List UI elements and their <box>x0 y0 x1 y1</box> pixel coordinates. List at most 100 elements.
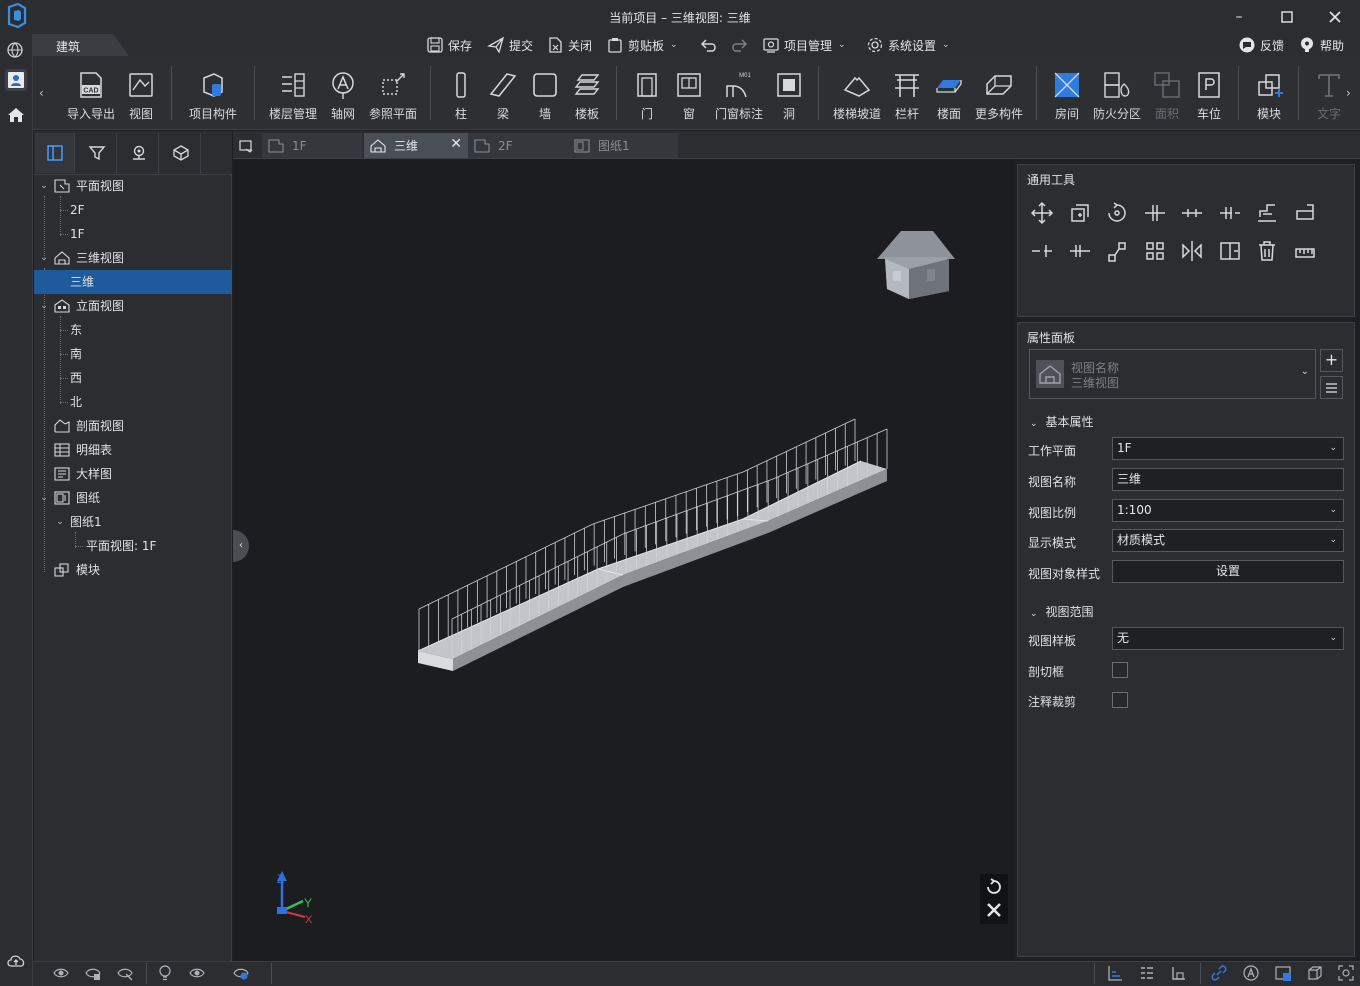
browser-tab-location[interactable] <box>119 133 159 173</box>
hide-element-icon[interactable] <box>52 964 70 982</box>
view-button[interactable]: 视图 <box>112 70 170 126</box>
minimize-icon[interactable]: – <box>1228 6 1250 28</box>
globe-settings-icon[interactable] <box>5 39 27 61</box>
tree-item-drawing1-plan[interactable]: 平面视图: 1F <box>34 534 232 558</box>
tree-item-north[interactable]: 北 <box>34 390 232 414</box>
tree-item-plan-views[interactable]: ⌄ 平面视图 <box>34 174 232 198</box>
feedback-button[interactable]: 反馈 <box>1238 35 1284 55</box>
display-mode-select[interactable]: 材质模式 ⌄ <box>1112 529 1344 552</box>
system-settings-button[interactable]: 系统设置 ⌄ <box>866 35 950 55</box>
3d-model-canvas[interactable]: Z Y X <box>233 159 1015 961</box>
3d-viewport[interactable]: Z Y X <box>233 159 1015 961</box>
tree-item-plan-2f[interactable]: 2F <box>34 198 232 222</box>
rotate-icon[interactable] <box>1105 201 1129 225</box>
project-management-button[interactable]: 项目管理 ⌄ <box>762 35 846 55</box>
ribbon-scroll-left-icon[interactable]: ‹ <box>39 86 44 100</box>
tab-building[interactable]: 建筑 <box>56 38 80 55</box>
move-icon[interactable] <box>1030 201 1054 225</box>
view-template-select[interactable]: 无 ⌄ <box>1112 627 1344 650</box>
cloud-upload-icon[interactable] <box>5 950 27 972</box>
maximize-icon[interactable] <box>1276 6 1298 28</box>
close-tab-icon[interactable]: ✕ <box>450 136 462 152</box>
tree-item-3d-views[interactable]: ⌄ 三维视图 <box>34 246 232 270</box>
tab-2f[interactable]: 2F <box>468 133 568 158</box>
object-style-settings-button[interactable]: 设置 <box>1112 560 1344 583</box>
close-view-icon[interactable] <box>985 901 1003 922</box>
clipboard-button[interactable]: 剪贴板 ⌄ <box>606 35 678 55</box>
scale-select[interactable]: 1:100 ⌄ <box>1112 499 1344 522</box>
section-box-checkbox[interactable] <box>1112 662 1128 678</box>
browser-tab-views[interactable] <box>35 133 75 173</box>
tab-list-icon[interactable] <box>238 138 254 157</box>
outline-list-icon[interactable] <box>1138 964 1156 982</box>
visibility-icon[interactable] <box>188 964 206 982</box>
ramp-model[interactable] <box>417 460 887 671</box>
crop-view-icon[interactable] <box>1274 964 1292 982</box>
hide-category-icon[interactable] <box>84 964 102 982</box>
home-icon[interactable] <box>5 104 27 126</box>
work-plane-icon[interactable] <box>1170 964 1188 982</box>
split-icon[interactable] <box>1143 201 1167 225</box>
tab-drawing1[interactable]: 图纸1 <box>568 133 678 158</box>
tree-item-detail-view[interactable]: 大样图 <box>34 462 232 486</box>
reset-view-icon[interactable] <box>985 878 1003 899</box>
basic-properties-section[interactable]: ⌄ 基本属性 <box>1030 413 1094 430</box>
more-components-button[interactable]: 更多构件 <box>970 70 1028 126</box>
type-settings-button[interactable] <box>1320 376 1343 399</box>
zoom-fit-icon[interactable] <box>1337 964 1355 982</box>
tree-item-modules[interactable]: 模块 <box>34 558 232 582</box>
tree-item-section-views[interactable]: 剖面视图 <box>34 414 232 438</box>
slab-button[interactable]: 楼板 <box>558 70 616 126</box>
isolate-icon[interactable] <box>116 964 134 982</box>
mirror-icon[interactable] <box>1180 239 1204 263</box>
copy-icon[interactable] <box>1068 201 1092 225</box>
tree-item-south[interactable]: 南 <box>34 342 232 366</box>
measure-icon[interactable] <box>1293 239 1317 263</box>
browser-tab-model[interactable] <box>161 133 201 173</box>
chevron-down-icon[interactable]: ⌄ <box>54 510 66 534</box>
chevron-down-icon[interactable]: ⌄ <box>38 174 50 198</box>
box-view-icon[interactable] <box>1306 964 1324 982</box>
save-button[interactable]: 保存 <box>426 35 472 55</box>
module-button[interactable]: 模块 <box>1240 70 1298 126</box>
array-linear-icon[interactable] <box>1105 239 1129 263</box>
close-project-button[interactable]: 关闭 <box>546 35 592 55</box>
browser-tab-filter[interactable] <box>77 133 117 173</box>
offset-icon[interactable] <box>1218 201 1242 225</box>
trim-icon[interactable] <box>1293 201 1317 225</box>
chevron-down-icon[interactable]: ⌄ <box>38 246 50 270</box>
text-button[interactable]: 文字 <box>1300 70 1358 126</box>
annotation-crop-checkbox[interactable] <box>1112 692 1128 708</box>
tree-item-drawing1[interactable]: ⌄ 图纸1 <box>34 510 232 534</box>
user-card-icon[interactable] <box>5 69 27 91</box>
annotation-icon[interactable] <box>1242 964 1260 982</box>
delete-icon[interactable] <box>1255 239 1279 263</box>
add-type-button[interactable]: + <box>1320 349 1343 372</box>
project-component-button[interactable]: 项目构件 <box>184 70 242 126</box>
view-cube-icon[interactable] <box>877 231 955 299</box>
tree-item-schedule[interactable]: 明细表 <box>34 438 232 462</box>
trim-right-icon[interactable] <box>1068 239 1092 263</box>
view-range-section[interactable]: ⌄ 视图范围 <box>1030 603 1094 620</box>
tree-item-3d-selected[interactable]: 三维 <box>34 270 232 294</box>
close-icon[interactable] <box>1324 6 1346 28</box>
array-grid-icon[interactable] <box>1143 239 1167 263</box>
mirror-copy-icon[interactable] <box>1218 239 1242 263</box>
tree-item-plan-1f[interactable]: 1F <box>34 222 232 246</box>
trim-left-icon[interactable] <box>1030 239 1054 263</box>
chevron-down-icon[interactable]: ⌄ <box>38 486 50 510</box>
view-name-input[interactable]: 三维 <box>1112 468 1344 491</box>
parking-button[interactable]: 车位 <box>1180 70 1238 126</box>
link-icon[interactable] <box>1210 964 1228 982</box>
redo-button[interactable] <box>729 35 749 55</box>
lightbulb-icon[interactable] <box>156 964 174 982</box>
opening-button[interactable]: 洞 <box>760 70 818 126</box>
reference-plane-button[interactable]: 参照平面 <box>364 70 422 126</box>
type-selector[interactable]: 视图名称 三维视图 ⌄ <box>1029 349 1316 399</box>
level-elevation-icon[interactable] <box>1106 964 1124 982</box>
undo-button[interactable] <box>699 35 719 55</box>
tree-item-elevation-views[interactable]: ⌄ 立面视图 <box>34 294 232 318</box>
submit-button[interactable]: 提交 <box>487 35 533 55</box>
work-plane-select[interactable]: 1F ⌄ <box>1112 437 1344 460</box>
align-icon[interactable] <box>1180 201 1204 225</box>
